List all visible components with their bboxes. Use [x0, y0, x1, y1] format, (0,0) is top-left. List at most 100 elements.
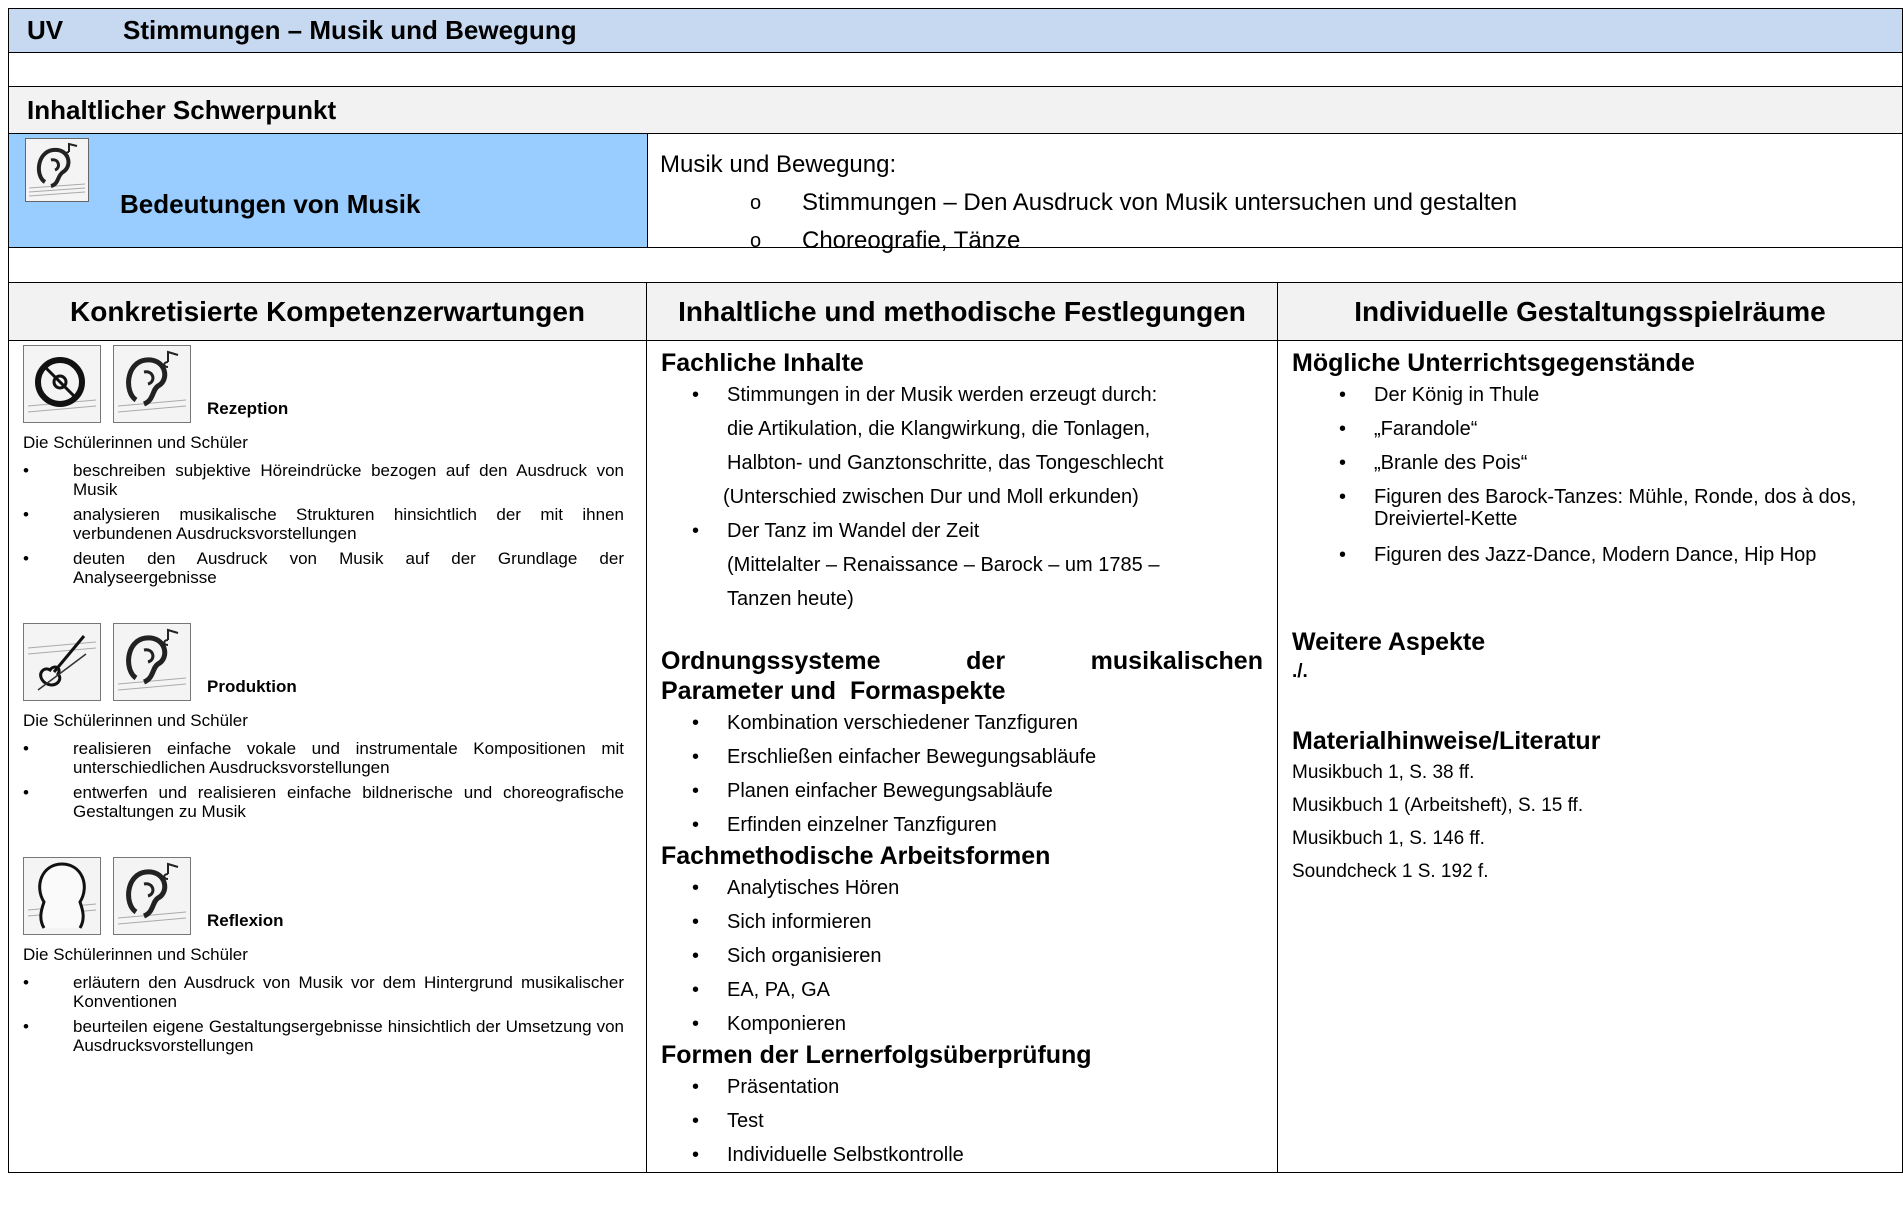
material-item: Musikbuch 1 (Arbeitsheft), S. 15 ff.	[1292, 795, 1584, 816]
schwerpunkt-label-cell: Bedeutungen von Musik	[9, 134, 648, 247]
bullet: •	[691, 814, 699, 836]
spacer-row	[8, 247, 1903, 282]
ear-icon	[113, 345, 191, 423]
material-list: Musikbuch 1, S. 38 ff. Musikbuch 1 (Arbe…	[1292, 756, 1902, 888]
violin-icon	[23, 623, 101, 701]
list-item-text: Planen einfacher Bewegungsabläufe	[727, 780, 1053, 802]
list-item-text: realisieren einfache vokale und instrume…	[73, 739, 624, 777]
schwerpunkt-heading: Inhaltlicher Schwerpunkt	[27, 94, 337, 125]
festlegungen-column-header: Inhaltliche und methodische Festlegungen	[647, 283, 1277, 341]
list-item-text: beurteilen eigene Gestaltungsergebnisse …	[73, 1017, 624, 1055]
rezeption-icons: Rezeption	[9, 345, 646, 423]
list-item: • beschreiben subjektive Höreindrücke bez…	[23, 461, 624, 499]
bullet: •	[691, 1076, 699, 1098]
list-item-text: analysieren musikalische Strukturen hins…	[73, 505, 624, 543]
list-item: • EA, PA, GA	[647, 973, 1277, 1007]
circle-bullet: o	[750, 192, 762, 214]
list-item-text: Komponieren	[727, 1013, 846, 1035]
produktion-label: Produktion	[207, 677, 297, 696]
material-item: Musikbuch 1, S. 146 ff.	[1292, 828, 1485, 849]
list-item: • Planen einfacher Bewegungsabläufe	[647, 774, 1277, 808]
bullet: •	[691, 877, 699, 899]
gegenstaende-list: • Der König in Thule • „Farandole“ • „Branl…	[1278, 378, 1902, 572]
spielraeume-column-header: Individuelle Gestaltungsspielräume	[1278, 283, 1902, 341]
list-item-text: deuten den Ausdruck von Musik auf der Gr…	[73, 549, 624, 587]
list-item-text: erläutern den Ausdruck von Musik vor dem…	[73, 973, 624, 1011]
reflexion-list: • erläutern den Ausdruck von Musik vor de…	[23, 973, 624, 1055]
material-item: Musikbuch 1, S. 38 ff.	[1292, 762, 1475, 783]
list-item: • Figuren des Jazz-Dance, Modern Dance, H…	[1278, 538, 1902, 572]
list-item: • Figuren des Barock-Tanzes: Mühle, Ronde…	[1278, 486, 1902, 530]
ear-icon	[25, 138, 89, 207]
ordnung-heading-line: Parameter und Formaspekte	[661, 677, 1006, 705]
list-item: • analysieren musikalische Strukturen hin…	[23, 505, 624, 543]
list-item: • Analytisches Hören	[647, 871, 1277, 905]
text-line: Tanzen heute)	[727, 588, 854, 610]
list-item-text: beschreiben subjektive Höreindrücke bezo…	[73, 461, 624, 499]
ordnung-heading: Ordnungssysteme der musikalischen Parame…	[661, 646, 1263, 706]
unit-header: UV Stimmungen – Musik und Bewegung	[8, 8, 1903, 52]
ordnung-heading-line: Ordnungssysteme der musikalischen	[661, 646, 1263, 676]
bullet: •	[23, 549, 29, 568]
head-icon	[23, 857, 101, 935]
bullet: •	[691, 384, 699, 406]
text-line: die Artikulation, die Klangwirkung, die …	[727, 418, 1151, 440]
unit-title: Stimmungen – Musik und Bewegung	[123, 15, 577, 45]
kompetenz-column: Konkretisierte Kompetenzerwartungen Reze…	[9, 283, 647, 1172]
schwerpunkt-item: Stimmungen – Den Ausdruck von Musik unte…	[802, 189, 1518, 216]
list-item: • beurteilen eigene Gestaltungsergebnisse…	[23, 1017, 624, 1055]
list-item-text: Test	[727, 1110, 764, 1132]
ear-icon	[113, 857, 191, 935]
subject-line: Die Schülerinnen und Schüler	[23, 433, 248, 452]
list-item: • Kombination verschiedener Tanzfiguren	[647, 706, 1277, 740]
uv-label: UV	[27, 15, 64, 45]
list-item: • Erfinden einzelner Tanzfiguren	[647, 808, 1277, 842]
list-item-text: Der Tanz im Wandel der Zeit (Mittelalter…	[727, 514, 1159, 616]
list-item-text: Präsentation	[727, 1076, 840, 1098]
list-item-text: Sich informieren	[727, 911, 872, 933]
text-line: (Mittelalter – Renaissance – Barock – um…	[727, 554, 1160, 576]
bullet: •	[23, 505, 29, 524]
schwerpunkt-heading-row: Inhaltlicher Schwerpunkt	[8, 86, 1903, 133]
list-item: • Erschließen einfacher Bewegungsabläufe	[647, 740, 1277, 774]
cd-icon	[23, 345, 101, 423]
bullet: •	[23, 461, 29, 480]
bullet: •	[23, 739, 29, 758]
list-item: • Test	[647, 1104, 1277, 1138]
list-item-text: Erfinden einzelner Tanzfiguren	[727, 814, 997, 836]
list-item-text: EA, PA, GA	[727, 979, 830, 1001]
schwerpunkt-content: Musik und Bewegung: o Stimmungen – Den A…	[648, 134, 1902, 254]
bullet: •	[23, 973, 29, 992]
schwerpunkt-intro: Musik und Bewegung:	[660, 151, 897, 178]
list-item-text: Figuren des Jazz-Dance, Modern Dance, Hi…	[1374, 544, 1817, 566]
text-line: Stimmungen in der Musik werden erzeugt d…	[727, 384, 1158, 406]
list-item: • Stimmungen in der Musik werden erzeugt…	[647, 378, 1277, 514]
list-item: • Präsentation	[647, 1070, 1277, 1104]
lernerfolg-list: • Präsentation • Test • Individuelle Selbst…	[647, 1070, 1277, 1172]
kompetenz-column-header: Konkretisierte Kompetenzerwartungen	[9, 283, 646, 341]
schwerpunkt-label: Bedeutungen von Musik	[120, 189, 421, 219]
list-item: • Der Tanz im Wandel der Zeit (Mittelalt…	[647, 514, 1277, 616]
ordnung-list: • Kombination verschiedener Tanzfiguren •…	[647, 706, 1277, 842]
text-line: (Unterschied zwischen Dur und Moll erkun…	[723, 486, 1139, 508]
bullet: •	[23, 1017, 29, 1036]
rezeption-label: Rezeption	[207, 399, 289, 418]
list-item: • Sich informieren	[647, 905, 1277, 939]
document-page: UV Stimmungen – Musik und Bewegung Inhal…	[8, 8, 1903, 1173]
list-item: • realisieren einfache vokale und instrum…	[23, 739, 624, 777]
subject-line: Die Schülerinnen und Schüler	[23, 711, 248, 730]
bullet: •	[691, 1013, 699, 1035]
reflexion-icons: Reflexion	[9, 857, 646, 935]
list-item-text: Individuelle Selbstkontrolle	[727, 1144, 964, 1166]
list-item: • Komponieren	[647, 1007, 1277, 1041]
bullet: •	[691, 520, 699, 542]
gegenstaende-heading: Mögliche Unterrichtsgegenstände	[1292, 349, 1695, 377]
bullet: •	[691, 911, 699, 933]
bullet: •	[691, 979, 699, 1001]
schwerpunkt-row: Bedeutungen von Musik Musik und Bewegung…	[8, 133, 1903, 254]
bullet: •	[691, 712, 699, 734]
list-item-text: Figuren des Barock-Tanzes: Mühle, Ronde,…	[1374, 486, 1857, 530]
bullet: •	[691, 1144, 699, 1166]
bullet: •	[1338, 384, 1346, 406]
bullet: •	[691, 780, 699, 802]
